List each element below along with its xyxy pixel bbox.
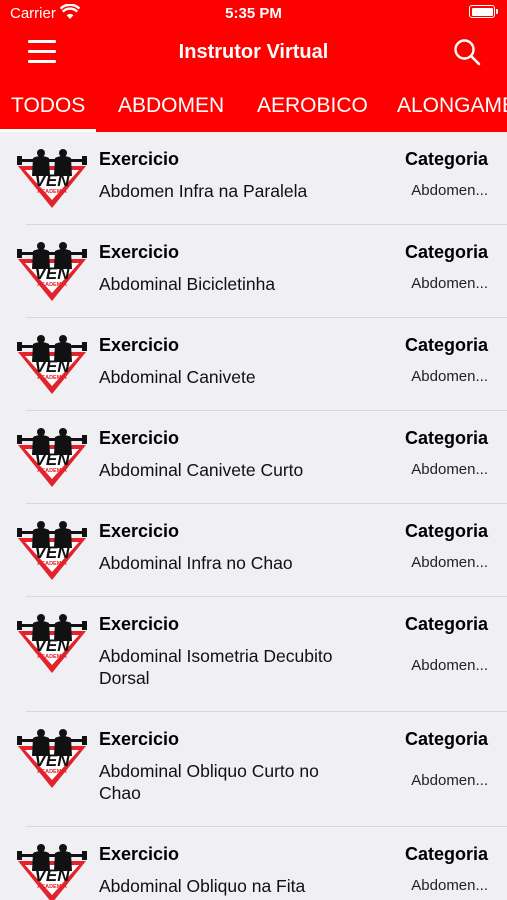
tab-aerobico[interactable]: AEROBICO bbox=[257, 94, 368, 118]
exercise-category: Abdomen... bbox=[411, 368, 488, 385]
academy-logo: VEN ACADEMIA bbox=[16, 334, 88, 406]
exercise-category: Abdomen... bbox=[411, 554, 488, 571]
svg-text:ACADEMIA: ACADEMIA bbox=[37, 769, 67, 775]
exercise-category: Abdomen... bbox=[411, 182, 488, 199]
academy-logo: VEN ACADEMIA bbox=[16, 613, 88, 685]
category-header: Categoria bbox=[404, 149, 488, 169]
exercise-header: Exercicio bbox=[99, 729, 180, 749]
exercise-category: Abdomen... bbox=[411, 772, 488, 789]
exercise-name: Abdominal Canivete Curto bbox=[99, 460, 304, 480]
exercise-header: Exercicio bbox=[99, 242, 180, 262]
list-item[interactable]: VEN ACADEMIA Exercicio Categoria Abdominal B… bbox=[0, 225, 507, 318]
category-tabs: TODOS ABDOMEN AEROBICO ALONGAMENTO bbox=[0, 84, 507, 132]
svg-text:VEN: VEN bbox=[35, 357, 71, 376]
exercise-name: Abdominal Bicicletinha bbox=[99, 274, 276, 294]
svg-text:ACADEMIA: ACADEMIA bbox=[37, 189, 67, 195]
academy-logo: VEN ACADEMIA bbox=[16, 728, 88, 800]
exercise-name: Abdomen Infra na Paralela bbox=[99, 181, 308, 201]
exercise-name: Abdominal Obliquo na Fita bbox=[99, 876, 306, 896]
category-header: Categoria bbox=[404, 521, 488, 541]
exercise-header: Exercicio bbox=[99, 614, 180, 634]
academy-logo: VEN ACADEMIA bbox=[16, 241, 88, 313]
svg-text:VEN: VEN bbox=[35, 543, 71, 562]
list-item[interactable]: VEN ACADEMIA Exercicio Categoria Abdominal O… bbox=[0, 827, 507, 900]
category-header: Categoria bbox=[404, 844, 488, 864]
list-item[interactable]: VEN ACADEMIA Exercicio Categoria Abdominal C… bbox=[0, 411, 507, 504]
exercise-name: Abdominal Canivete bbox=[99, 367, 256, 387]
svg-text:VEN: VEN bbox=[35, 450, 71, 469]
academy-logo: VEN ACADEMIA bbox=[16, 520, 88, 592]
exercise-list: VEN ACADEMIA Exercicio Categoria Abdomen Inf… bbox=[0, 132, 507, 900]
svg-text:ACADEMIA: ACADEMIA bbox=[37, 561, 67, 567]
list-item[interactable]: VEN ACADEMIA Exercicio Categoria Abdominal C… bbox=[0, 318, 507, 411]
app-header: Carrier 5:35 PM Instrutor Virtual TODOS … bbox=[0, 0, 507, 132]
svg-text:VEN: VEN bbox=[35, 171, 71, 190]
svg-text:ACADEMIA: ACADEMIA bbox=[37, 884, 67, 890]
academy-logo: VEN ACADEMIA bbox=[16, 148, 88, 220]
exercise-name: Abdominal Isometria Decubito Dorsal bbox=[99, 646, 333, 688]
exercise-category: Abdomen... bbox=[411, 461, 488, 478]
category-header: Categoria bbox=[404, 428, 488, 448]
status-bar: Carrier 5:35 PM bbox=[0, 0, 507, 28]
exercise-name: Abdominal Obliquo Curto no Chao bbox=[99, 761, 319, 803]
exercise-header: Exercicio bbox=[99, 149, 180, 169]
exercise-header: Exercicio bbox=[99, 844, 180, 864]
battery-icon bbox=[469, 5, 498, 18]
academy-logo: VEN ACADEMIA bbox=[16, 427, 88, 499]
category-header: Categoria bbox=[404, 335, 488, 355]
list-item[interactable]: VEN ACADEMIA Exercicio Categoria Abdominal I… bbox=[0, 504, 507, 597]
tab-alongamento[interactable]: ALONGAMENTO bbox=[397, 94, 507, 118]
navigation-bar: Instrutor Virtual bbox=[0, 28, 507, 76]
exercise-header: Exercicio bbox=[99, 335, 180, 355]
search-icon[interactable] bbox=[453, 38, 481, 66]
svg-text:ACADEMIA: ACADEMIA bbox=[37, 375, 67, 381]
tab-todos[interactable]: TODOS bbox=[11, 94, 85, 118]
status-time: 5:35 PM bbox=[225, 5, 282, 22]
exercise-category: Abdomen... bbox=[411, 877, 488, 894]
list-item[interactable]: VEN ACADEMIA Exercicio Categoria Abdomen Inf… bbox=[0, 132, 507, 225]
tab-abdomen[interactable]: ABDOMEN bbox=[118, 94, 224, 118]
svg-text:VEN: VEN bbox=[35, 636, 71, 655]
exercise-header: Exercicio bbox=[99, 521, 180, 541]
svg-text:ACADEMIA: ACADEMIA bbox=[37, 282, 67, 288]
exercise-name: Abdominal Infra no Chao bbox=[99, 553, 293, 573]
category-header: Categoria bbox=[404, 614, 488, 634]
list-item[interactable]: VEN ACADEMIA Exercicio Categoria Abdominal I… bbox=[0, 597, 507, 712]
exercise-category: Abdomen... bbox=[411, 275, 488, 292]
svg-text:VEN: VEN bbox=[35, 751, 71, 770]
svg-text:ACADEMIA: ACADEMIA bbox=[37, 654, 67, 660]
svg-text:VEN: VEN bbox=[35, 866, 71, 885]
category-header: Categoria bbox=[404, 242, 488, 262]
list-item[interactable]: VEN ACADEMIA Exercicio Categoria Abdominal O… bbox=[0, 712, 507, 827]
svg-text:VEN: VEN bbox=[35, 264, 71, 283]
exercise-header: Exercicio bbox=[99, 428, 180, 448]
academy-logo: VEN ACADEMIA bbox=[16, 843, 88, 900]
svg-text:ACADEMIA: ACADEMIA bbox=[37, 468, 67, 474]
page-title: Instrutor Virtual bbox=[178, 41, 329, 63]
exercise-category: Abdomen... bbox=[411, 657, 488, 674]
category-header: Categoria bbox=[404, 729, 488, 749]
